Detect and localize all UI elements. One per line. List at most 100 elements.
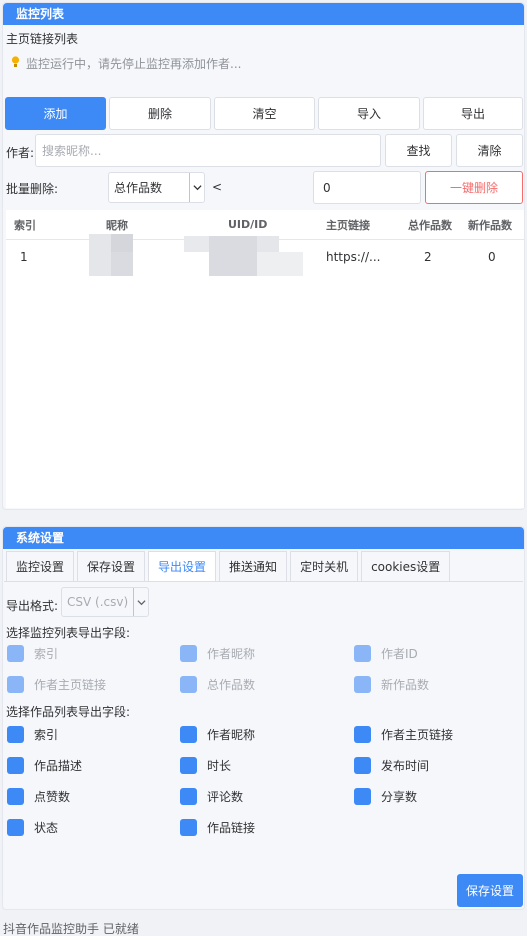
link-list-subtitle: 主页链接列表 (6, 32, 79, 46)
clear-button[interactable]: 清空 (214, 97, 315, 130)
monitor-list-title: 监控列表 (3, 3, 524, 25)
checkbox-label: 作品描述 (34, 759, 83, 773)
checkbox-label: 索引 (34, 728, 59, 742)
add-button[interactable]: 添加 (5, 97, 106, 130)
checkbox-label: 作者ID (381, 647, 418, 661)
settings-tabs: 监控设置 保存设置 导出设置 推送通知 定时关机 cookies设置 (6, 551, 453, 581)
checkbox-label: 发布时间 (381, 759, 430, 773)
checkbox-label: 新作品数 (381, 678, 430, 692)
export-button[interactable]: 导出 (423, 97, 523, 130)
row-home-link[interactable]: https://... (318, 241, 400, 273)
checkbox-box (7, 726, 24, 743)
lightbulb-icon (11, 56, 20, 71)
checkbox-label: 作品链接 (207, 821, 256, 835)
monitor-list-panel: 监控列表 主页链接列表 监控运行中，请先停止监控再添加作者... 添加 删除 清… (2, 2, 525, 510)
export-format-label: 导出格式: (6, 599, 59, 613)
checkbox-box (7, 645, 24, 662)
batch-delete-label: 批量删除: (6, 182, 59, 196)
checkbox-label: 作者昵称 (207, 647, 256, 661)
monitor-hint-text: 监控运行中，请先停止监控再添加作者... (26, 57, 242, 71)
checkbox-box (180, 726, 197, 743)
save-settings-button[interactable]: 保存设置 (457, 874, 523, 907)
checkbox-work-home-link[interactable]: 作者主页链接 (354, 726, 453, 743)
row-index: 1 (20, 250, 28, 264)
batch-field-value: 总作品数 (114, 181, 163, 195)
tab-monitor-settings[interactable]: 监控设置 (6, 551, 75, 581)
batch-operator: < (212, 180, 223, 194)
status-bar: 抖音作品监控助手 已就绪 (3, 922, 139, 936)
checkbox-label: 评论数 (207, 790, 244, 804)
checkbox-label: 作者主页链接 (381, 728, 454, 742)
redaction-block (209, 252, 257, 276)
checkbox-box (354, 757, 371, 774)
checkbox-label: 作者昵称 (207, 728, 256, 742)
checkbox-monitor-author-id[interactable]: 作者ID (354, 645, 418, 662)
tab-export-settings[interactable]: 导出设置 (148, 551, 217, 581)
checkbox-work-nickname[interactable]: 作者昵称 (180, 726, 255, 743)
redaction-block (111, 252, 133, 276)
checkbox-work-status[interactable]: 状态 (7, 819, 58, 836)
batch-field-select[interactable]: 总作品数 (108, 172, 205, 203)
redaction-block (257, 252, 303, 276)
checkbox-work-likes[interactable]: 点赞数 (7, 788, 70, 805)
author-search-input[interactable]: 搜索昵称... (35, 134, 381, 167)
checkbox-label: 作者主页链接 (34, 678, 107, 692)
checkbox-work-link[interactable]: 作品链接 (180, 819, 255, 836)
checkbox-monitor-nickname[interactable]: 作者昵称 (180, 645, 255, 662)
import-button[interactable]: 导入 (318, 97, 420, 130)
col-total-works: 总作品数 (408, 218, 452, 232)
tab-scheduled-shutdown[interactable]: 定时关机 (290, 551, 359, 581)
checkbox-box (7, 757, 24, 774)
checkbox-box (180, 645, 197, 662)
checkbox-label: 索引 (34, 647, 59, 661)
checkbox-box (7, 788, 24, 805)
export-format-select[interactable]: CSV (.csv) (61, 587, 149, 617)
checkbox-monitor-total-works[interactable]: 总作品数 (180, 676, 255, 693)
tab-push-notification[interactable]: 推送通知 (219, 551, 288, 581)
checkbox-box (354, 788, 371, 805)
system-settings-panel: 系统设置 监控设置 保存设置 导出设置 推送通知 定时关机 cookies设置 … (2, 526, 525, 910)
chevron-down-icon (189, 173, 204, 202)
checkbox-monitor-index[interactable]: 索引 (7, 645, 58, 662)
tab-save-settings[interactable]: 保存设置 (77, 551, 146, 581)
author-label: 作者: (6, 146, 35, 160)
checkbox-box (354, 645, 371, 662)
system-settings-title: 系统设置 (3, 527, 524, 549)
checkbox-work-description[interactable]: 作品描述 (7, 757, 82, 774)
checkbox-work-duration[interactable]: 时长 (180, 757, 231, 774)
redaction-block (209, 236, 257, 252)
col-uid: UID/ID (228, 218, 268, 231)
checkbox-work-shares[interactable]: 分享数 (354, 788, 417, 805)
redaction-block (111, 234, 133, 252)
checkbox-work-comments[interactable]: 评论数 (180, 788, 243, 805)
clear-search-button[interactable]: 清除 (456, 134, 523, 167)
checkbox-box (180, 676, 197, 693)
checkbox-monitor-new-works[interactable]: 新作品数 (354, 676, 429, 693)
checkbox-label: 点赞数 (34, 790, 71, 804)
checkbox-work-publish-time[interactable]: 发布时间 (354, 757, 429, 774)
checkbox-box (7, 676, 24, 693)
find-button[interactable]: 查找 (385, 134, 452, 167)
checkbox-box (180, 819, 197, 836)
checkbox-label: 总作品数 (207, 678, 256, 692)
tab-cookies-settings[interactable]: cookies设置 (361, 551, 451, 581)
col-home-link: 主页链接 (326, 218, 370, 232)
checkbox-box (7, 819, 24, 836)
checkbox-monitor-home-link[interactable]: 作者主页链接 (7, 676, 106, 693)
col-index: 索引 (14, 218, 36, 232)
checkbox-work-index[interactable]: 索引 (7, 726, 58, 743)
row-total-works: 2 (424, 250, 432, 264)
col-new-works: 新作品数 (468, 218, 512, 232)
export-format-value: CSV (.csv) (67, 595, 129, 609)
checkbox-label: 状态 (34, 821, 59, 835)
export-settings-body: 导出格式: CSV (.csv) 选择监控列表导出字段: 索引 作者昵称 作者I… (4, 581, 523, 873)
batch-value-input[interactable]: 0 (313, 171, 421, 204)
delete-button[interactable]: 删除 (109, 97, 211, 130)
one-click-delete-button[interactable]: 一键删除 (425, 171, 523, 204)
chevron-down-icon (133, 588, 148, 616)
checkbox-box (180, 757, 197, 774)
redaction-block (257, 236, 279, 252)
checkbox-box (354, 676, 371, 693)
work-fields-label: 选择作品列表导出字段: (6, 705, 131, 719)
redaction-block (89, 234, 111, 276)
